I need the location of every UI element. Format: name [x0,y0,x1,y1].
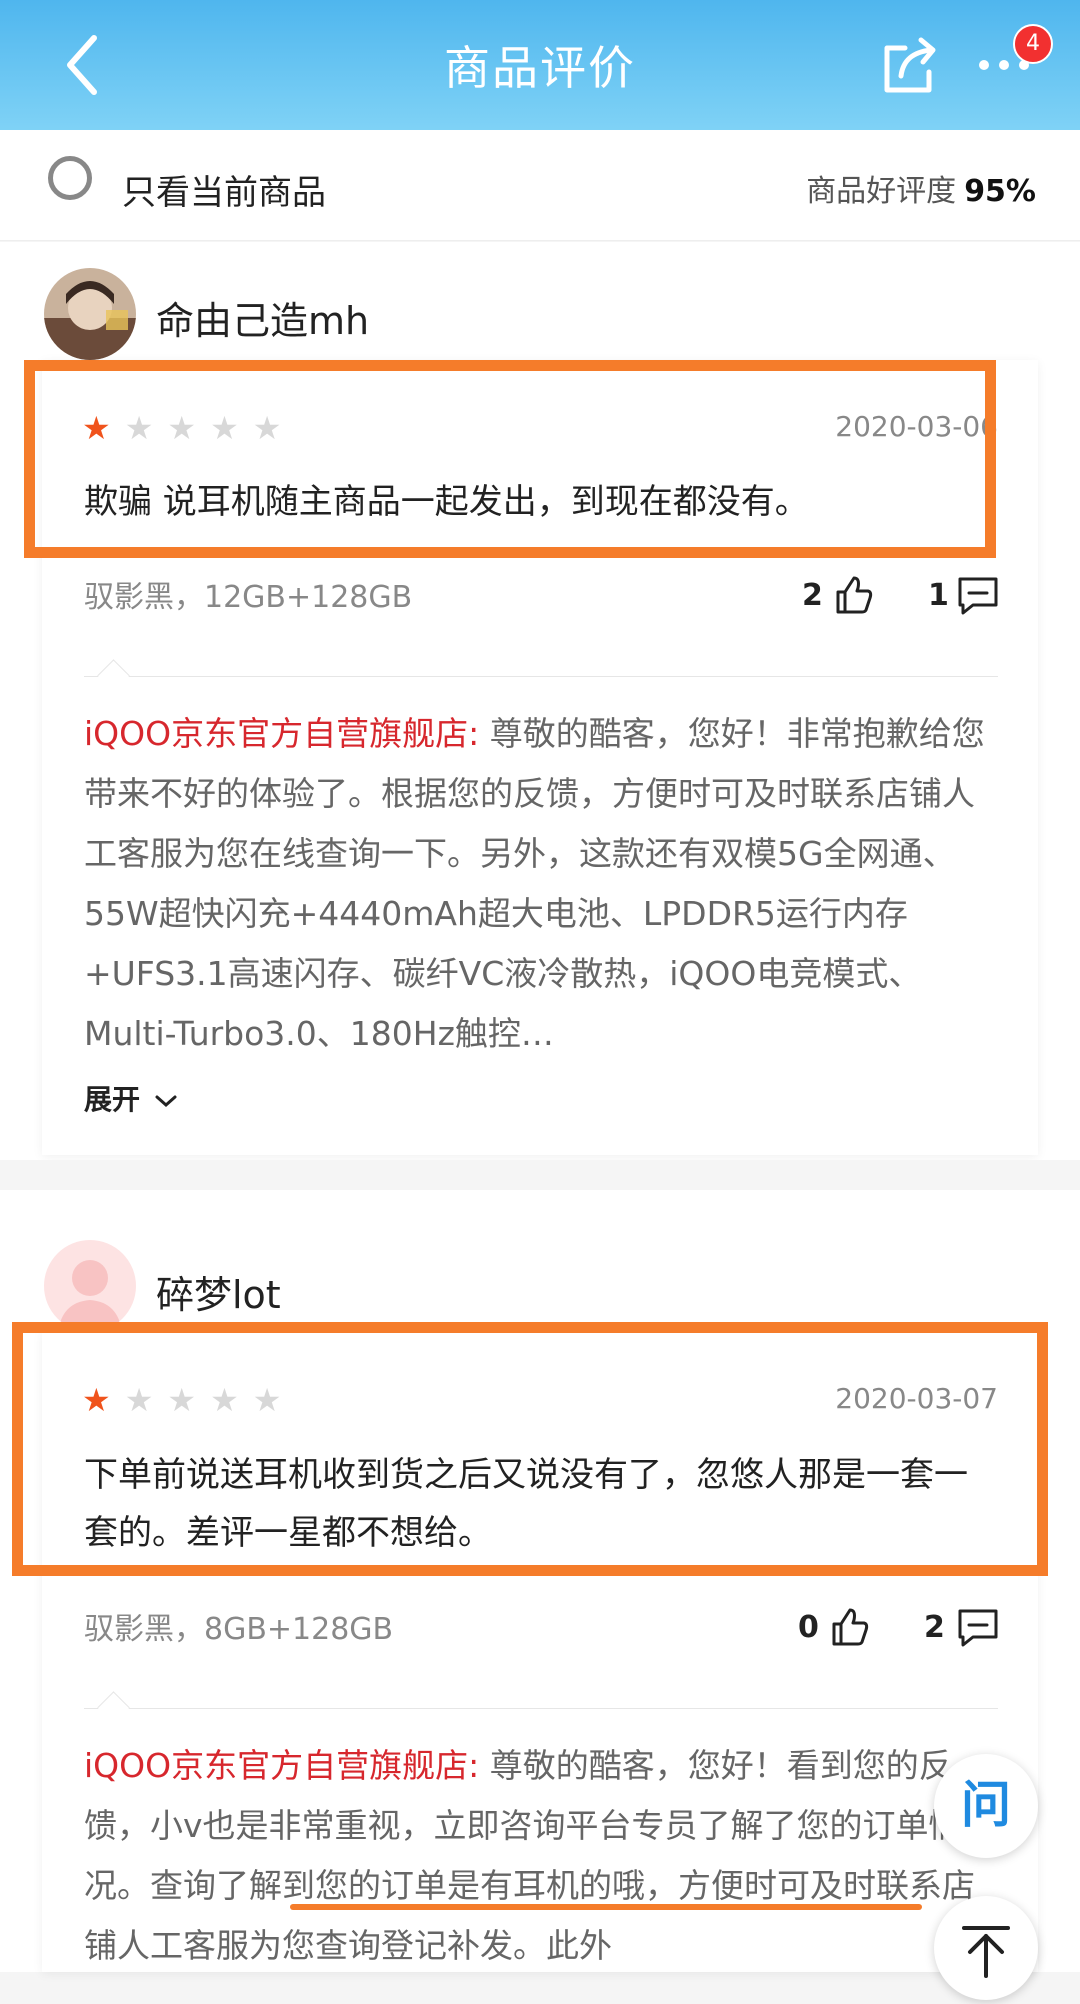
good-rate: 商品好评度 95% [806,166,1036,210]
expand-button[interactable]: 展开 [84,1078,178,1118]
annotation-box [24,360,996,558]
back-to-top-button[interactable] [934,1896,1038,2000]
section-gap [0,1160,1080,1190]
shop-name: iQOO京东官方自营旗舰店: [84,1746,480,1785]
notification-badge: 4 [1013,24,1053,64]
only-current-label[interactable]: 只看当前商品 [122,165,326,214]
avatar[interactable] [44,1240,136,1332]
back-to-top-icon [962,1926,1010,1978]
top-nav-bar: 商品评价 4 [0,0,1080,130]
good-rate-label: 商品好评度 [806,174,957,209]
like-count: 0 [798,1610,819,1645]
ask-button[interactable]: 问 [934,1754,1038,1858]
good-rate-value: 95% [964,174,1036,209]
only-current-radio[interactable] [48,156,92,200]
share-icon[interactable] [875,30,945,100]
product-variant: 驭影黑，8GB+128GB [84,1612,394,1647]
ask-icon: 问 [961,1776,1011,1834]
annotation-box [12,1322,1048,1576]
like-count: 2 [802,578,823,613]
comment-icon[interactable] [955,574,1001,618]
filter-bar: 只看当前商品 商品好评度 95% [0,130,1080,241]
shop-reply[interactable]: iQOO京东官方自营旗舰店: 尊敬的酷客，您好！非常抱歉给您带来不好的体验了。根… [84,704,1004,1064]
comment-count: 2 [924,1610,945,1645]
thumbs-up-icon[interactable] [830,572,876,618]
reply-text: 尊敬的酷客，您好！非常抱歉给您带来不好的体验了。根据您的反馈，方便时可及时联系店… [84,714,985,1053]
shop-name: iQOO京东官方自营旗舰店: [84,714,480,753]
username[interactable]: 命由己造mh [156,290,369,345]
comment-icon[interactable] [955,1606,1001,1650]
svg-text:问: 问 [961,1776,1011,1834]
comment-count: 1 [928,578,949,613]
reply-divider [84,659,998,692]
annotation-underline [290,1904,922,1910]
shop-reply[interactable]: iQOO京东官方自营旗舰店: 尊敬的酷客，您好！看到您的反馈，小v也是非常重视，… [84,1736,1004,1972]
expand-label: 展开 [84,1083,141,1116]
thumbs-up-icon[interactable] [826,1604,872,1650]
chevron-down-icon [155,1095,177,1108]
product-variant: 驭影黑，12GB+128GB [84,580,413,615]
username[interactable]: 碎梦lot [156,1264,281,1319]
avatar[interactable] [44,268,136,360]
reply-divider [84,1691,998,1724]
